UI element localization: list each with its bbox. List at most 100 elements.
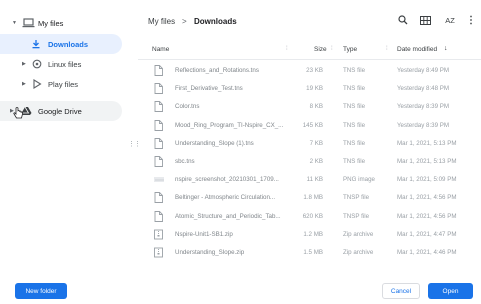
open-button[interactable]: Open: [428, 283, 473, 299]
more-vert-icon[interactable]: ⋮: [464, 13, 478, 27]
column-resize-handle[interactable]: ⁞: [331, 46, 333, 52]
sort-button[interactable]: AZ: [443, 13, 457, 27]
expand-arrow-icon[interactable]: ▶: [22, 81, 26, 87]
file-type: TNSP file: [343, 212, 370, 220]
file-size: 11 KB: [306, 176, 323, 184]
play-store-icon: [31, 78, 43, 90]
file-date: Mar 1, 2021, 4:56 PM: [397, 194, 457, 202]
sidebar-item-linux-files[interactable]: ▶ Linux files: [0, 54, 122, 74]
file-name: Mood_Ring_Program_TI-Nspire_CX_...: [175, 121, 284, 129]
file-icon: [154, 101, 164, 113]
sidebar-item-label: Linux files: [48, 59, 82, 69]
file-name: nspire_screenshot_20210301_1709...: [175, 176, 279, 184]
file-icon: [154, 83, 164, 95]
file-icon: [154, 192, 164, 204]
table-row[interactable]: Reflections_and_Rotations.tns 23 KB TNS fi…: [138, 62, 481, 80]
file-name: Color.tns: [175, 103, 200, 111]
file-name: Atomic_Structure_and_Periodic_Tab...: [175, 212, 281, 220]
header-bar: My files > Downloads AZ ⋮: [138, 0, 481, 40]
table-row[interactable]: Understanding_Slope.zip 1.5 MB Zip archive…: [138, 244, 481, 262]
file-icon: [154, 137, 164, 150]
archive-icon: [154, 247, 164, 259]
file-type: TNS file: [343, 158, 366, 165]
sidebar-item-label: Play files: [48, 79, 79, 89]
linux-icon: [31, 58, 43, 70]
file-date: Mar 1, 2021, 5:13 PM: [397, 139, 457, 147]
file-date: Mar 1, 2021, 5:13 PM: [397, 158, 457, 165]
file-type: TNS file: [343, 67, 366, 74]
file-size: 145 KB: [302, 121, 323, 129]
column-resize-handle[interactable]: ⁞: [386, 46, 388, 52]
dialog-footer: New folder Cancel Open: [0, 280, 481, 304]
file-type: TNS file: [343, 139, 366, 147]
hand-cursor-icon: [13, 107, 25, 121]
table-row[interactable]: Color.tns 8 KB TNS file Yesterday 8:39 PM: [138, 98, 481, 116]
file-date: Mar 1, 2021, 4:46 PM: [397, 249, 457, 256]
sidebar-item-label: Google Drive: [38, 106, 82, 116]
sidebar-item-label: My files: [38, 18, 64, 28]
file-date: Yesterday 8:49 PM: [397, 67, 450, 74]
column-header-size[interactable]: Size: [314, 46, 327, 53]
file-size: 8 KB: [309, 103, 323, 111]
file-date: Mar 1, 2021, 4:56 PM: [397, 212, 457, 220]
column-header-type[interactable]: Type: [343, 46, 357, 53]
file-type: TNSP file: [343, 194, 370, 202]
file-type: TNS file: [343, 103, 366, 111]
file-icon: [154, 119, 164, 132]
file-date: Yesterday 8:39 PM: [397, 103, 450, 111]
table-row[interactable]: Nspire-Unit1-SB1.zip 1.2 MB Zip archive Mar…: [138, 226, 481, 244]
file-size: 23 KB: [306, 67, 323, 74]
column-header-name[interactable]: Name: [152, 46, 169, 53]
file-size: 1.5 MB: [303, 249, 323, 256]
sidebar-item-downloads[interactable]: Downloads: [0, 34, 122, 54]
table-row[interactable]: Mood_Ring_Program_TI-Nspire_CX_... 145 KB…: [138, 117, 481, 135]
sort-arrow-icon: ↓: [444, 45, 448, 52]
new-folder-button[interactable]: New folder: [15, 283, 67, 299]
table-header: Name ⁞ Size ⁞ Type ⁞ Date modified ↓: [138, 40, 481, 60]
file-type: Zip archive: [343, 230, 374, 238]
file-date: Yesterday 8:48 PM: [397, 85, 450, 93]
table-row[interactable]: sbc.tns 2 KB TNS file Mar 1, 2021, 5:13 PM: [138, 153, 481, 171]
file-name: First_Derivative_Test.tns: [175, 85, 243, 93]
table-row[interactable]: Understanding_Slope (1).tns 7 KB TNS file M…: [138, 135, 481, 153]
sidebar-item-my-files[interactable]: ▼ My files: [0, 13, 130, 33]
expand-arrow-icon[interactable]: ▶: [22, 61, 26, 67]
column-resize-handle[interactable]: ⁞: [286, 46, 288, 52]
sidebar-item-play-files[interactable]: ▶ Play files: [0, 74, 122, 94]
cancel-button[interactable]: Cancel: [382, 283, 420, 299]
file-size: 1.2 MB: [303, 230, 323, 238]
file-size: 2 KB: [309, 158, 323, 165]
file-type: TNS file: [343, 85, 366, 93]
file-size: 620 KB: [302, 212, 323, 220]
file-icon: [154, 210, 164, 223]
file-type: Zip archive: [343, 249, 374, 256]
table-row[interactable]: nspire_screenshot_20210301_1709... 11 KB P…: [138, 171, 481, 189]
breadcrumb-root[interactable]: My files: [148, 17, 175, 26]
breadcrumb-current[interactable]: Downloads: [194, 17, 237, 26]
column-header-date[interactable]: Date modified: [397, 46, 437, 53]
table-row[interactable]: Atomic_Structure_and_Periodic_Tab... 620 …: [138, 208, 481, 226]
file-icon: [154, 65, 164, 77]
laptop-icon: [21, 17, 35, 29]
grid-view-icon[interactable]: [418, 13, 432, 27]
file-date: Yesterday 8:39 PM: [397, 121, 450, 129]
sidebar: ▼ My files Downloads ▶ Linux files ▶ Pla…: [0, 0, 138, 304]
expand-arrow-icon[interactable]: ▼: [12, 20, 17, 26]
search-icon[interactable]: [396, 13, 410, 27]
file-icon: [154, 156, 164, 168]
file-name: Understanding_Slope (1).tns: [175, 139, 254, 147]
file-type: PNG image: [343, 176, 375, 184]
file-name: Understanding_Slope.zip: [175, 249, 245, 256]
sidebar-item-label: Downloads: [48, 39, 89, 49]
breadcrumb-separator: >: [182, 17, 187, 26]
file-type: TNS file: [343, 121, 366, 129]
file-date: Mar 1, 2021, 4:47 PM: [397, 230, 457, 238]
table-row[interactable]: First_Derivative_Test.tns 19 KB TNS file Ye…: [138, 80, 481, 98]
download-icon: [30, 38, 42, 50]
image-thumb-icon: [154, 174, 164, 186]
file-name: Reflections_and_Rotations.tns: [175, 67, 259, 74]
table-row[interactable]: Beltinger - Atmospheric Circulation... 1.…: [138, 189, 481, 207]
file-size: 7 KB: [309, 139, 323, 147]
file-name: Nspire-Unit1-SB1.zip: [175, 230, 233, 238]
file-list-pane: My files > Downloads AZ ⋮ Name ⁞ Size ⁞ …: [138, 0, 481, 304]
